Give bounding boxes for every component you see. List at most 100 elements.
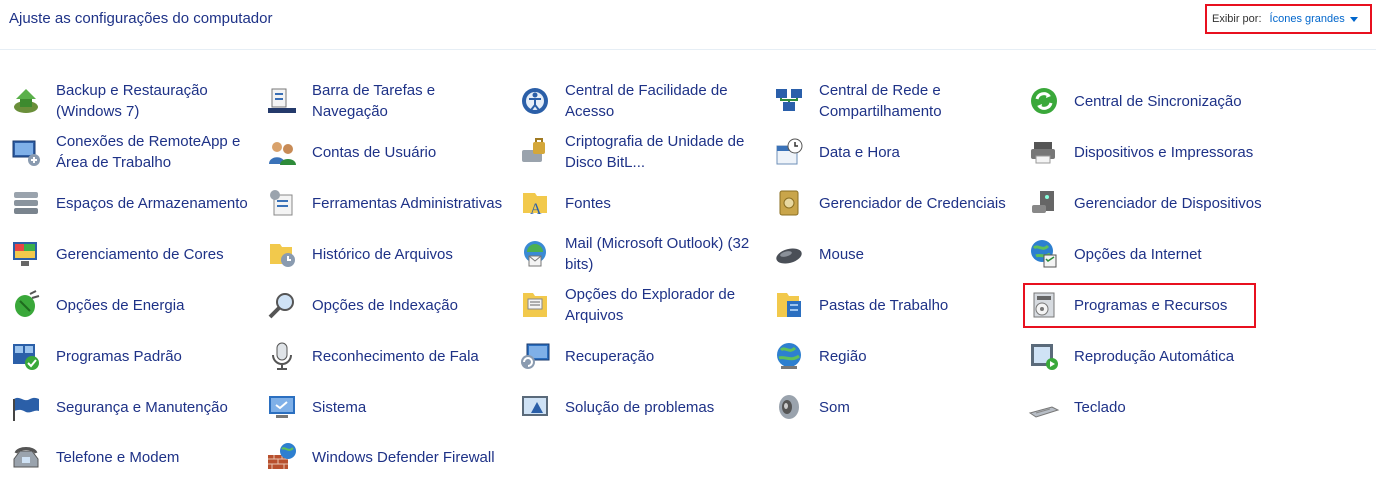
date-time-icon — [776, 138, 803, 165]
item-label: Central de Rede e Compartilhamento — [819, 82, 942, 120]
backup-restore-icon — [14, 89, 38, 113]
item-label: Região — [819, 347, 867, 365]
item-label: Gerenciador de Credenciais — [819, 194, 1006, 212]
devices-printers-icon — [1031, 142, 1055, 164]
autoplay-icon — [1031, 344, 1058, 370]
item-label: Opções da Internet — [1074, 245, 1202, 263]
item-label: Telefone e Modem — [56, 448, 180, 466]
item-security-maintenance[interactable]: Segurança e Manutenção — [10, 382, 260, 432]
item-file-history[interactable]: Histórico de Arquivos — [266, 229, 516, 279]
item-mouse[interactable]: Mouse — [773, 229, 1023, 279]
item-label: Histórico de Arquivos — [312, 245, 453, 263]
item-work-folders[interactable]: Pastas de Trabalho — [773, 280, 1023, 330]
item-label: Conexões de RemoteApp e Área de Trabalho — [56, 133, 241, 171]
speech-recognition-icon — [272, 342, 292, 370]
recovery-icon — [521, 343, 550, 369]
item-internet-options[interactable]: Opções da Internet — [1028, 229, 1278, 279]
item-region[interactable]: Região — [773, 331, 1023, 381]
item-keyboard[interactable]: Teclado — [1028, 382, 1278, 432]
mail-icon — [524, 241, 546, 267]
item-firewall[interactable]: Windows Defender Firewall — [266, 432, 516, 482]
item-label: Recuperação — [565, 347, 655, 365]
admin-tools-icon — [270, 190, 293, 216]
item-recovery[interactable]: Recuperação — [519, 331, 769, 381]
item-bitlocker[interactable]: Criptografia de Unidade de Disco BitL... — [519, 127, 769, 177]
item-label: Dispositivos e Impressoras — [1074, 143, 1254, 161]
fonts-icon: A — [523, 193, 547, 218]
item-label: Gerenciamento de Cores — [56, 245, 224, 263]
item-label: Programas e Recursos — [1074, 296, 1228, 314]
item-network-sharing[interactable]: Central de Rede e Compartilhamento — [773, 76, 1023, 126]
item-system[interactable]: Sistema — [266, 382, 516, 432]
user-accounts-icon — [269, 142, 296, 165]
item-label: Barra de Tarefas e Navegação — [312, 82, 436, 120]
item-sound[interactable]: Som — [773, 382, 1023, 432]
item-autoplay[interactable]: Reprodução Automática — [1028, 331, 1278, 381]
item-troubleshooting[interactable]: Solução de problemas — [519, 382, 769, 432]
keyboard-icon — [1028, 406, 1060, 418]
system-icon — [269, 396, 295, 418]
item-programs-features[interactable]: Programas e Recursos — [1028, 280, 1278, 330]
item-default-programs[interactable]: Programas Padrão — [10, 331, 260, 381]
item-user-accounts[interactable]: Contas de Usuário — [266, 127, 516, 177]
item-label: Pastas de Trabalho — [819, 296, 949, 314]
item-credential-manager[interactable]: Gerenciador de Credenciais — [773, 178, 1023, 228]
firewall-icon — [268, 443, 296, 469]
svg-text:A: A — [530, 201, 542, 218]
item-label: Contas de Usuário — [312, 143, 437, 161]
item-sync-center[interactable]: Central de Sincronização — [1028, 76, 1278, 126]
control-panel-grid: Backup e Restauração (Windows 7) Barra d… — [0, 0, 1376, 474]
item-label: Opções de Energia — [56, 296, 185, 314]
color-management-icon — [13, 242, 37, 266]
troubleshooting-icon — [522, 396, 548, 416]
item-devices-printers[interactable]: Dispositivos e Impressoras — [1028, 127, 1278, 177]
item-label: Backup e Restauração (Windows 7) — [56, 82, 208, 120]
item-fonts[interactable]: A Fontes — [519, 178, 769, 228]
item-label: Criptografia de Unidade de Disco BitL... — [565, 133, 745, 171]
item-device-manager[interactable]: Gerenciador de Dispositivos — [1028, 178, 1278, 228]
item-remoteapp[interactable]: Conexões de RemoteApp e Área de Trabalho — [10, 127, 260, 177]
item-indexing-options[interactable]: Opções de Indexação — [266, 280, 516, 330]
item-label: Mouse — [819, 245, 865, 263]
power-options-icon — [15, 290, 40, 317]
default-programs-icon — [13, 344, 39, 370]
item-label: Opções do Explorador de Arquivos — [565, 286, 736, 324]
indexing-options-icon — [268, 293, 294, 319]
item-label: Ferramentas Administrativas — [312, 194, 503, 212]
item-label: Fontes — [565, 194, 611, 212]
item-admin-tools[interactable]: Ferramentas Administrativas — [266, 178, 516, 228]
item-phone-modem[interactable]: Telefone e Modem — [10, 432, 260, 482]
item-ease-of-access[interactable]: Central de Facilidade de Acesso — [519, 76, 769, 126]
item-label: Opções de Indexação — [312, 296, 458, 314]
sync-center-icon — [1031, 88, 1057, 114]
programs-features-icon — [1033, 292, 1055, 318]
device-manager-icon — [1032, 191, 1054, 213]
mouse-icon — [776, 248, 802, 264]
item-label: Central de Sincronização — [1074, 92, 1242, 110]
remoteapp-icon — [12, 140, 40, 166]
item-explorer-options[interactable]: Opções do Explorador de Arquivos — [519, 280, 769, 330]
item-backup-restore[interactable]: Backup e Restauração (Windows 7) — [10, 76, 260, 126]
item-label: Som — [819, 398, 850, 416]
item-taskbar-navigation[interactable]: Barra de Tarefas e Navegação — [266, 76, 516, 126]
item-label: Programas Padrão — [56, 347, 182, 365]
sound-icon — [779, 395, 799, 419]
item-speech-recognition[interactable]: Reconhecimento de Fala — [266, 331, 516, 381]
internet-options-icon — [1031, 240, 1057, 268]
item-label: Data e Hora — [819, 143, 900, 161]
item-label: Solução de problemas — [565, 398, 715, 416]
explorer-options-icon — [523, 293, 547, 317]
item-label: Espaços de Armazenamento — [56, 194, 248, 212]
item-label: Teclado — [1074, 398, 1126, 416]
security-maintenance-icon — [13, 397, 39, 421]
item-mail[interactable]: Mail (Microsoft Outlook) (32 bits) — [519, 229, 769, 279]
item-label: Mail (Microsoft Outlook) (32 bits) — [565, 235, 750, 273]
item-power-options[interactable]: Opções de Energia — [10, 280, 260, 330]
item-date-time[interactable]: Data e Hora — [773, 127, 1023, 177]
item-color-management[interactable]: Gerenciamento de Cores — [10, 229, 260, 279]
network-sharing-icon — [776, 89, 802, 111]
item-label: Central de Facilidade de Acesso — [565, 82, 728, 120]
ease-of-access-icon — [522, 88, 548, 114]
item-storage-spaces[interactable]: Espaços de Armazenamento — [10, 178, 260, 228]
item-label: Sistema — [312, 398, 367, 416]
